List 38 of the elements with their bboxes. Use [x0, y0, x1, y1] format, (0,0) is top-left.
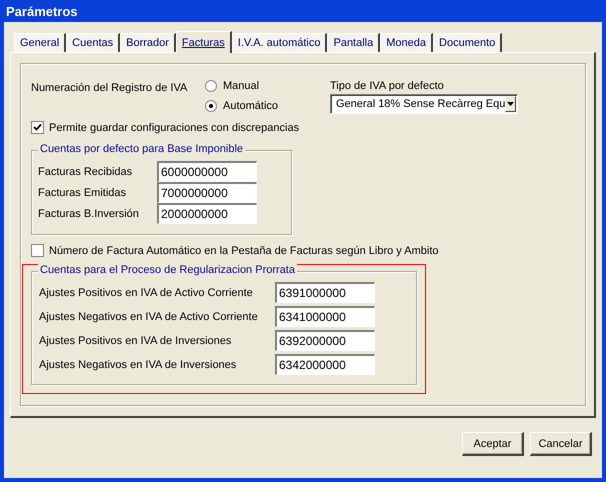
numbering-label: Numeración del Registro de IVA: [31, 81, 188, 96]
radio-button[interactable]: [205, 100, 217, 112]
input-field[interactable]: 6341000000: [275, 306, 375, 327]
window-title: Parámetros: [6, 4, 78, 18]
tab[interactable]: I.V.A. automático: [232, 33, 328, 52]
input-field[interactable]: 2000000000: [157, 203, 257, 224]
field-label: Facturas B.Inversión: [38, 208, 140, 220]
field-label: Ajustes Negativos en IVA de Inversiones: [39, 358, 238, 370]
input-field[interactable]: 6000000000: [157, 161, 257, 182]
tab[interactable]: Cuentas: [66, 33, 120, 52]
field-label: Ajustes Positivos en IVA de Inversiones: [39, 334, 232, 346]
tab[interactable]: Facturas: [176, 31, 232, 53]
field-label: Facturas Recibidas: [38, 166, 134, 178]
field-label: Ajustes Positivos en IVA de Activo Corriente: [39, 286, 254, 298]
input-field[interactable]: 7000000000: [157, 182, 257, 203]
checkbox[interactable]: [31, 244, 44, 257]
group-title: Cuentas por defecto para Base Imponible: [38, 143, 246, 155]
vat-type-label: Tipo de IVA por defecto: [330, 80, 445, 92]
dialog-button[interactable]: Cancelar: [530, 432, 592, 456]
checkbox-label[interactable]: Permite guardar configuraciones con discrepancias: [49, 122, 300, 134]
dialog-button[interactable]: Aceptar: [462, 432, 524, 456]
radio-label[interactable]: Manual: [223, 80, 260, 92]
input-field[interactable]: 6342000000: [275, 354, 375, 375]
tab[interactable]: Borrador: [120, 33, 176, 52]
tab[interactable]: General: [14, 33, 66, 52]
tab[interactable]: Documento: [433, 33, 502, 52]
input-field[interactable]: 6391000000: [275, 282, 375, 303]
field-label: Ajustes Negativos en IVA de Activo Corriente: [39, 310, 259, 322]
vat-type-dropdown[interactable]: General 18% Sense Recàrreg Equ: [330, 94, 518, 114]
checkbox-label[interactable]: Número de Factura Automático en la Pestaña de Facturas según Libro y Ambito: [49, 244, 438, 256]
checkbox[interactable]: [31, 121, 44, 134]
tab[interactable]: Pantalla: [327, 33, 380, 52]
radio-label[interactable]: Automático: [223, 100, 278, 112]
tab[interactable]: Moneda: [380, 33, 434, 52]
group-title: Cuentas para el Proceso de Regularizacion Prorrata: [38, 264, 297, 276]
field-label: Facturas Emitidas: [38, 186, 128, 198]
input-field[interactable]: 6392000000: [275, 330, 375, 351]
radio-button[interactable]: [205, 80, 217, 92]
